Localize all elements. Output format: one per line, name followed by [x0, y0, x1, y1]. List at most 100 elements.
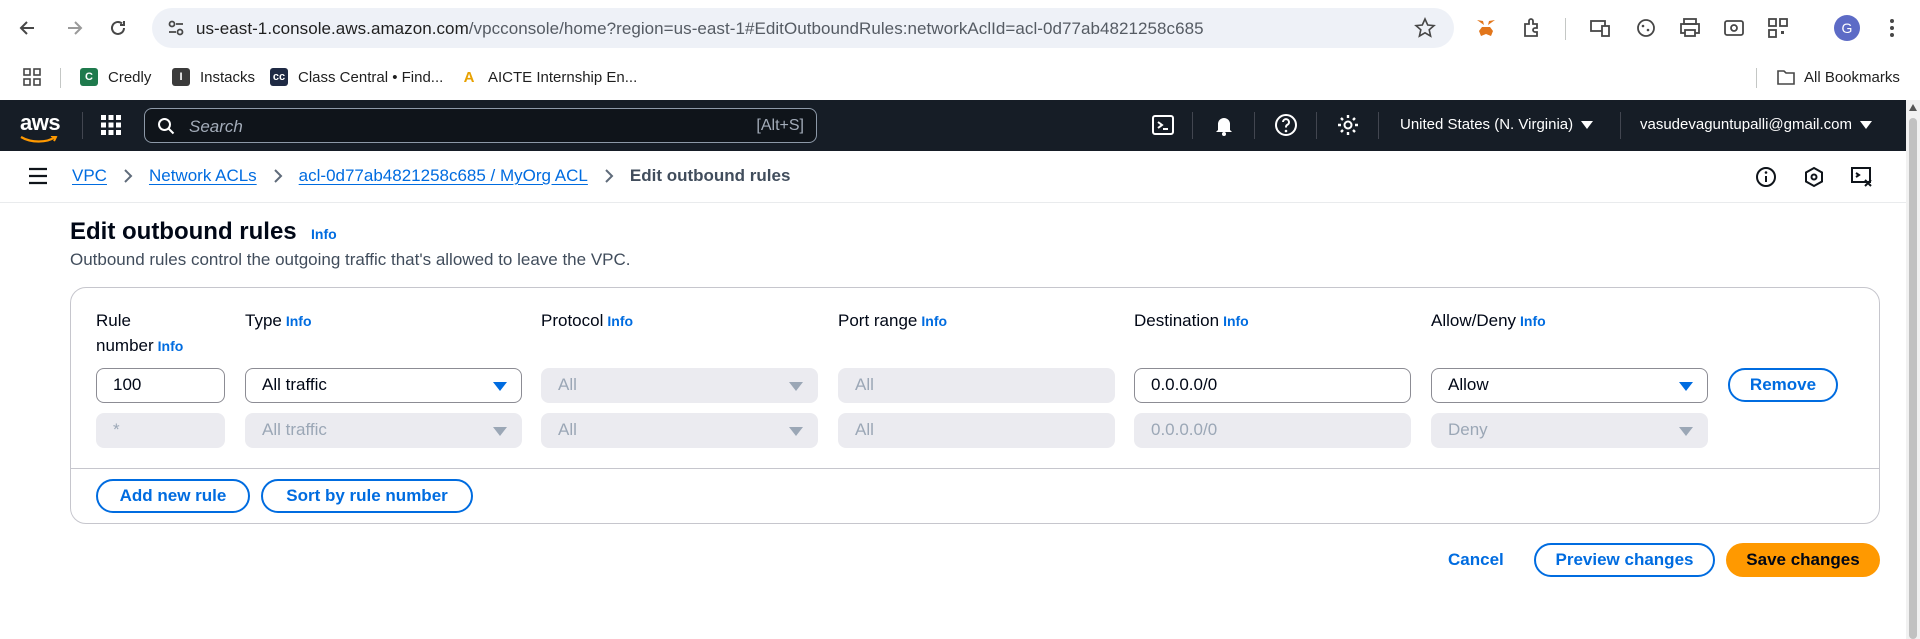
bookmark-classcentral[interactable]: cc Class Central • Find... — [270, 68, 443, 86]
toolbar-divider — [1565, 18, 1566, 40]
cookie-icon[interactable] — [1634, 16, 1658, 40]
apps-grid-icon[interactable] — [22, 67, 42, 87]
breadcrumb: VPC Network ACLs acl-0d77ab4821258c685 /… — [72, 166, 790, 186]
allow-deny-select: Deny — [1431, 413, 1708, 448]
destination-input[interactable]: 0.0.0.0/0 — [1134, 368, 1411, 403]
search-icon — [158, 118, 175, 135]
bookmark-instacks[interactable]: I Instacks — [172, 68, 255, 86]
column-header-protocol: Protocol Info — [541, 308, 633, 334]
type-select[interactable]: All traffic — [245, 368, 522, 403]
nav-divider — [1378, 112, 1379, 139]
extensions-icon[interactable] — [1520, 16, 1544, 40]
bookmark-credly[interactable]: C Credly — [80, 68, 151, 86]
caret-down-icon — [1860, 121, 1873, 130]
allow-deny-info-link[interactable]: Info — [1520, 313, 1546, 329]
region-selector[interactable]: United States (N. Virginia) — [1400, 116, 1594, 133]
chevron-right-icon — [605, 169, 614, 183]
bookmarks-bar: C Credly I Instacks cc Class Central • Find… — [0, 56, 1920, 100]
scroll-thumb[interactable] — [1909, 118, 1917, 639]
bookmarks-divider — [1756, 68, 1757, 88]
hamburger-menu-icon[interactable] — [28, 167, 48, 185]
menu-dots-icon[interactable] — [1880, 16, 1904, 40]
forward-icon[interactable] — [60, 14, 88, 42]
site-info-icon[interactable] — [166, 18, 186, 38]
panel-divider — [71, 468, 1879, 469]
page-info-link[interactable]: Info — [311, 226, 337, 242]
type-value: All traffic — [262, 420, 327, 439]
account-label: vasudevaguntupalli@gmail.com — [1640, 116, 1853, 133]
settings-gear-icon[interactable] — [1336, 113, 1360, 137]
nav-divider — [82, 112, 83, 139]
all-bookmarks-label: All Bookmarks — [1804, 68, 1900, 86]
caret-down-icon — [1679, 382, 1693, 391]
rule-number-input: * — [96, 413, 225, 448]
type-value: All traffic — [262, 375, 327, 394]
port-range-input: All — [838, 368, 1115, 403]
search-shortcut: [Alt+S] — [756, 117, 804, 134]
action-value: Allow — [1448, 375, 1489, 394]
action-value: Deny — [1448, 420, 1488, 439]
breadcrumb-acl[interactable]: acl-0d77ab4821258c685 / MyOrg ACL — [299, 166, 588, 186]
screenshot-icon[interactable] — [1722, 16, 1746, 40]
help-icon[interactable] — [1274, 113, 1298, 137]
aws-logo-text: aws — [20, 110, 61, 135]
metamask-icon[interactable] — [1474, 16, 1498, 40]
profile-avatar[interactable]: G — [1834, 15, 1860, 41]
page-scrollbar[interactable] — [1906, 100, 1920, 639]
breadcrumb-network-acls[interactable]: Network ACLs — [149, 166, 257, 186]
add-new-rule-button[interactable]: Add new rule — [96, 479, 250, 513]
header-text: Destination — [1134, 311, 1220, 330]
aws-search-input[interactable]: Search [Alt+S] — [144, 108, 817, 143]
protocol-value: All — [558, 420, 577, 439]
caret-down-icon — [789, 427, 803, 436]
allow-deny-select[interactable]: Allow — [1431, 368, 1708, 403]
notifications-shield-icon[interactable] — [1802, 165, 1826, 189]
protocol-select: All — [541, 413, 818, 448]
scroll-up-arrow-icon[interactable] — [1909, 104, 1917, 111]
address-bar[interactable]: us-east-1.console.aws.amazon.com/vpccons… — [152, 8, 1454, 48]
classcentral-icon: cc — [270, 68, 288, 86]
notifications-bell-icon[interactable] — [1212, 113, 1236, 137]
aws-smile-icon — [20, 136, 58, 143]
column-header-allow-deny: Allow/Deny Info — [1431, 308, 1546, 334]
sort-by-rule-number-button[interactable]: Sort by rule number — [261, 479, 473, 513]
chevron-right-icon — [124, 169, 133, 183]
account-menu[interactable]: vasudevaguntupalli@gmail.com — [1640, 116, 1873, 133]
nav-divider — [1620, 112, 1621, 139]
protocol-value: All — [558, 375, 577, 394]
type-select: All traffic — [245, 413, 522, 448]
port-range-info-link[interactable]: Info — [921, 313, 947, 329]
aws-logo[interactable]: aws — [20, 110, 61, 143]
rule-number-input[interactable]: 100 — [96, 368, 225, 403]
bookmarks-divider — [60, 68, 61, 88]
outbound-rules-panel: Rule number Info Type Info Protocol Info Po… — [70, 287, 1880, 524]
all-bookmarks[interactable]: All Bookmarks — [1776, 68, 1900, 86]
bookmark-star-icon[interactable] — [1414, 17, 1436, 39]
protocol-info-link[interactable]: Info — [607, 313, 633, 329]
back-icon[interactable] — [14, 14, 42, 42]
caret-down-icon — [493, 427, 507, 436]
services-menu-icon[interactable] — [100, 114, 122, 136]
print-icon[interactable] — [1678, 16, 1702, 40]
bookmark-aicte[interactable]: A AICTE Internship En... — [460, 68, 638, 86]
info-circle-icon[interactable] — [1754, 165, 1778, 189]
save-changes-button[interactable]: Save changes — [1726, 543, 1880, 577]
rule-number-info-link[interactable]: Info — [158, 338, 184, 354]
caret-down-icon — [789, 382, 803, 391]
breadcrumb-vpc[interactable]: VPC — [72, 166, 107, 186]
cancel-button[interactable]: Cancel — [1448, 550, 1504, 570]
qr-code-icon[interactable] — [1766, 16, 1790, 40]
port-range-input: All — [838, 413, 1115, 448]
remove-rule-button[interactable]: Remove — [1728, 368, 1838, 402]
cloudshell-panel-icon[interactable] — [1850, 165, 1874, 189]
reload-icon[interactable] — [104, 14, 132, 42]
header-text: Type — [245, 311, 282, 330]
bookmark-label: Class Central • Find... — [298, 68, 444, 86]
preview-changes-button[interactable]: Preview changes — [1534, 543, 1715, 577]
breadcrumb-bar: VPC Network ACLs acl-0d77ab4821258c685 /… — [0, 151, 1906, 203]
cloudshell-icon[interactable] — [1151, 113, 1175, 137]
devices-icon[interactable] — [1588, 16, 1612, 40]
destination-info-link[interactable]: Info — [1223, 313, 1249, 329]
type-info-link[interactable]: Info — [286, 313, 312, 329]
bookmark-label: Credly — [108, 68, 152, 86]
